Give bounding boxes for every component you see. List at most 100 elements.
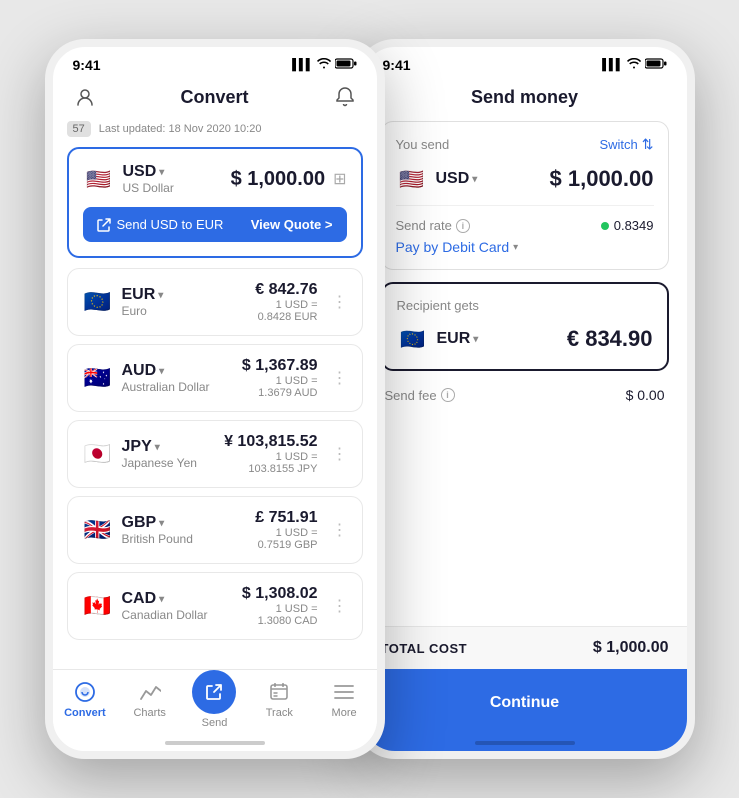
update-badge: 57 xyxy=(67,121,91,137)
currency-list-item[interactable]: 🇨🇦 CAD ▾ Canadian Dollar $ 1,308.02 1 US… xyxy=(67,572,363,640)
fee-info-icon[interactable]: i xyxy=(441,388,455,402)
code-3: GBP ▾ xyxy=(122,514,193,532)
send-label-text: Send USD to EUR xyxy=(117,217,224,232)
currency-left-main: 🇺🇸 USD ▾ US Dollar xyxy=(83,163,174,195)
name-1: Australian Dollar xyxy=(122,380,210,394)
total-cost-bar: TOTAL COST $ 1,000.00 xyxy=(363,626,687,669)
update-text: Last updated: 18 Nov 2020 10:20 xyxy=(99,123,262,135)
recipient-flag: 🇪🇺 xyxy=(397,323,429,355)
convert-icon xyxy=(73,680,97,704)
main-amount-group: $ 1,000.00 ⊞ xyxy=(231,168,347,191)
charts-icon xyxy=(138,680,162,704)
rate-amount-2: ¥ 103,815.52 xyxy=(224,433,317,451)
status-icons-2: ▌▌▌ xyxy=(602,58,666,72)
send-code[interactable]: USD ▾ xyxy=(436,170,478,188)
flag-0: 🇪🇺 xyxy=(82,286,114,318)
rate-detail-4: 1 USD =1.3080 CAD xyxy=(242,603,318,627)
code-0: EUR ▾ xyxy=(122,286,164,304)
three-dots-1[interactable]: ⋮ xyxy=(332,368,348,388)
currency-list-item[interactable]: 🇦🇺 AUD ▾ Australian Dollar $ 1,367.89 1 … xyxy=(67,344,363,412)
nav-send[interactable]: Send xyxy=(182,680,247,729)
currency-left-2: 🇯🇵 JPY ▾ Japanese Yen xyxy=(82,438,197,470)
name-4: Canadian Dollar xyxy=(122,608,208,622)
header-title-2: Send money xyxy=(409,87,641,108)
currency-left-1: 🇦🇺 AUD ▾ Australian Dollar xyxy=(82,362,210,394)
recipient-section: Recipient gets 🇪🇺 EUR ▾ € 834.90 xyxy=(381,282,669,371)
rate-info-icon[interactable]: i xyxy=(456,219,470,233)
you-send-header: You send Switch ⇅ xyxy=(396,136,654,153)
converter-card[interactable]: 🇺🇸 USD ▾ US Dollar $ 1,000.00 ⊞ xyxy=(67,147,363,258)
battery-icon xyxy=(335,58,357,72)
total-amount: $ 1,000.00 xyxy=(593,639,669,657)
status-bar-2: 9:41 ▌▌▌ xyxy=(363,47,687,78)
usd-flag: 🇺🇸 xyxy=(83,163,115,195)
pay-method[interactable]: Pay by Debit Card ▾ xyxy=(396,239,654,255)
recipient-code[interactable]: EUR ▾ xyxy=(437,330,479,348)
currency-left-3: 🇬🇧 GBP ▾ British Pound xyxy=(82,514,193,546)
flag-2: 🇯🇵 xyxy=(82,438,114,470)
status-icons-1: ▌▌▌ xyxy=(292,58,356,72)
continue-btn-bar[interactable]: Continue xyxy=(363,669,687,751)
send-label: Send USD to EUR xyxy=(97,217,224,232)
usd-dropdown[interactable]: ▾ xyxy=(159,167,164,178)
you-send-row: 🇺🇸 USD ▾ $ 1,000.00 xyxy=(396,163,654,195)
recipient-row: 🇪🇺 EUR ▾ € 834.90 xyxy=(397,323,653,355)
you-send-section: You send Switch ⇅ 🇺🇸 USD ▾ $ 1,000.0 xyxy=(381,121,669,270)
fee-row: Send fee i $ 0.00 xyxy=(381,383,669,407)
rate-info-4: $ 1,308.02 1 USD =1.3080 CAD xyxy=(242,585,318,627)
currency-left-4: 🇨🇦 CAD ▾ Canadian Dollar xyxy=(82,590,208,622)
currency-list-item[interactable]: 🇬🇧 GBP ▾ British Pound £ 751.91 1 USD =0… xyxy=(67,496,363,564)
bell-icon[interactable] xyxy=(331,83,359,111)
usd-name: US Dollar xyxy=(123,181,174,195)
send-amount: $ 1,000.00 xyxy=(550,166,654,192)
send-rate-label: Send rate i xyxy=(396,218,470,233)
rate-amount-4: $ 1,308.02 xyxy=(242,585,318,603)
battery-icon-2 xyxy=(645,58,667,72)
name-2: Japanese Yen xyxy=(122,456,197,470)
code-1: AUD ▾ xyxy=(122,362,210,380)
three-dots-0[interactable]: ⋮ xyxy=(332,292,348,312)
view-quote[interactable]: View Quote > xyxy=(251,217,333,232)
rate-detail-3: 1 USD =0.7519 GBP xyxy=(255,527,317,551)
send-nav-button[interactable] xyxy=(192,670,236,714)
bottom-nav-1: Convert Charts Send Track xyxy=(53,669,377,751)
send-quote-bar[interactable]: Send USD to EUR View Quote > xyxy=(83,207,347,242)
screen-content-1: 57 Last updated: 18 Nov 2020 10:20 🇺🇸 US… xyxy=(53,121,377,685)
you-send-label: You send xyxy=(396,137,450,152)
time-2: 9:41 xyxy=(383,57,411,73)
nav-track[interactable]: Track xyxy=(247,680,312,719)
three-dots-4[interactable]: ⋮ xyxy=(332,596,348,616)
rate-info-1: $ 1,367.89 1 USD =1.3679 AUD xyxy=(242,357,318,399)
track-icon xyxy=(267,680,291,704)
phone-convert: 9:41 ▌▌▌ Convert xyxy=(45,39,385,759)
header-title-1: Convert xyxy=(99,87,331,108)
more-icon xyxy=(332,680,356,704)
fee-label: Send fee i xyxy=(385,388,455,403)
wifi-icon-2 xyxy=(627,58,641,72)
recipient-amount: € 834.90 xyxy=(567,326,653,352)
name-3: British Pound xyxy=(122,532,193,546)
currency-left-0: 🇪🇺 EUR ▾ Euro xyxy=(82,286,164,318)
rate-amount-1: $ 1,367.89 xyxy=(242,357,318,375)
three-dots-2[interactable]: ⋮ xyxy=(332,444,348,464)
main-currency-row: 🇺🇸 USD ▾ US Dollar $ 1,000.00 ⊞ xyxy=(83,163,347,195)
nav-convert[interactable]: Convert xyxy=(53,680,118,719)
flag-3: 🇬🇧 xyxy=(82,514,114,546)
calc-icon[interactable]: ⊞ xyxy=(333,169,346,189)
rate-info-0: € 842.76 1 USD =0.8428 EUR xyxy=(255,281,317,323)
total-label: TOTAL COST xyxy=(381,641,468,656)
profile-icon[interactable] xyxy=(71,83,99,111)
switch-button[interactable]: Switch ⇅ xyxy=(599,136,653,153)
nav-charts[interactable]: Charts xyxy=(117,680,182,719)
currency-list-item[interactable]: 🇪🇺 EUR ▾ Euro € 842.76 1 USD =0.8428 EUR… xyxy=(67,268,363,336)
usd-amount: $ 1,000.00 xyxy=(231,168,326,191)
code-2: JPY ▾ xyxy=(122,438,197,456)
send-flag: 🇺🇸 xyxy=(396,163,428,195)
currency-list-item[interactable]: 🇯🇵 JPY ▾ Japanese Yen ¥ 103,815.52 1 USD… xyxy=(67,420,363,488)
three-dots-3[interactable]: ⋮ xyxy=(332,520,348,540)
rate-detail-1: 1 USD =1.3679 AUD xyxy=(242,375,318,399)
nav-more[interactable]: More xyxy=(312,680,377,719)
screen-content-2: You send Switch ⇅ 🇺🇸 USD ▾ $ 1,000.0 xyxy=(363,121,687,615)
phones-container: 9:41 ▌▌▌ Convert xyxy=(25,19,715,779)
flag-4: 🇨🇦 xyxy=(82,590,114,622)
